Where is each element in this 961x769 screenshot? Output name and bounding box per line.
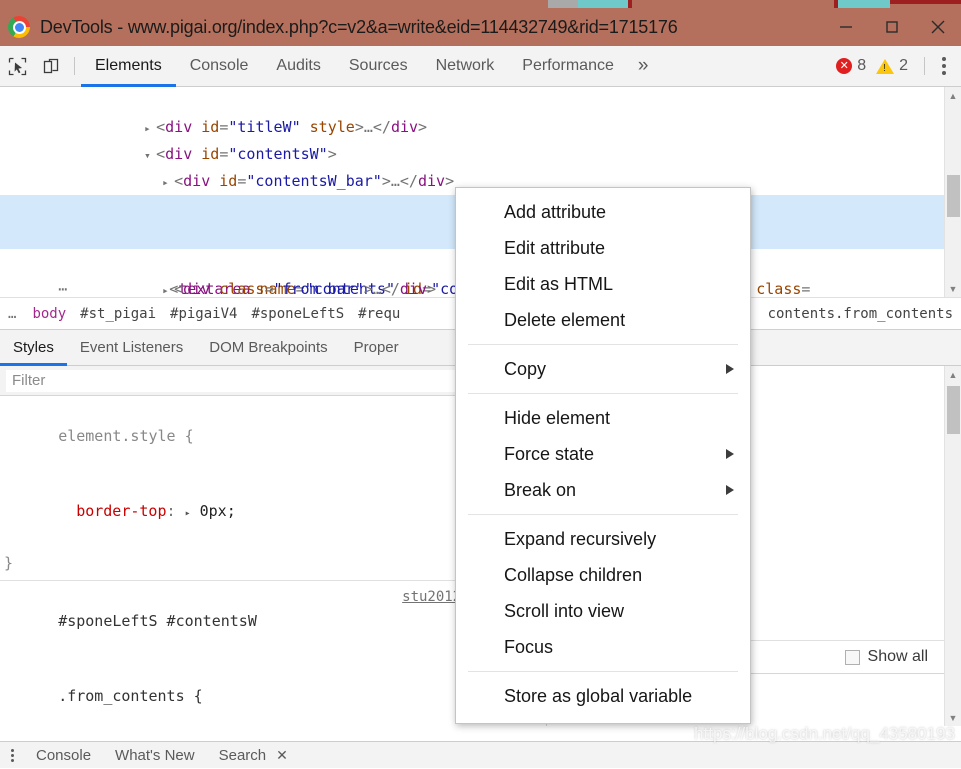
breadcrumb-item-requ[interactable]: #requ [351,306,407,322]
context-menu-item-expand-recursively[interactable]: Expand recursively [456,521,750,557]
window-title-bar: DevTools - www.pigai.org/index.php?c=v2&… [0,8,961,46]
chrome-logo-icon [8,16,30,38]
dom-scroll-thumb[interactable] [947,175,960,217]
rule-close-brace: } [4,554,13,572]
submenu-arrow-icon [726,485,734,495]
inspect-cursor-icon[interactable] [0,46,34,87]
dom-line-contentsW-open[interactable]: ▾<div id="contentsW"> [0,114,961,141]
tab-styles[interactable]: Styles [0,330,67,366]
submenu-arrow-icon [726,449,734,459]
computed-pane-scrollbar[interactable]: ▲ ▼ [944,366,961,726]
accent-seg-teal [838,0,890,8]
toolbar-right-group: ✕ 8 2 [836,46,961,87]
dom-context-menu[interactable]: Add attribute Edit attribute Edit as HTM… [455,187,751,724]
drawer-close-icon[interactable]: ✕ [270,747,294,764]
scroll-down-arrow-icon[interactable]: ▼ [945,280,961,297]
tab-sources[interactable]: Sources [335,46,422,87]
context-menu-item-break-on-label: Break on [504,480,576,501]
tab-network[interactable]: Network [422,46,509,87]
breadcrumb-item-sponelefts[interactable]: #sponeLeftS [244,306,351,322]
toolbar-divider [74,57,75,75]
context-menu-item-scroll-into-view[interactable]: Scroll into view [456,593,750,629]
context-menu-item-edit-as-html[interactable]: Edit as HTML [456,266,750,302]
scroll-up-arrow-icon[interactable]: ▲ [945,87,961,104]
context-menu-separator [468,514,738,515]
tab-console[interactable]: Console [176,46,263,87]
error-count-badge[interactable]: ✕ 8 [836,57,866,75]
context-menu-item-force-state[interactable]: Force state [456,436,750,472]
drawer-kebab-menu-icon[interactable] [0,742,24,769]
more-tabs-chevron-icon[interactable]: » [628,46,659,87]
dom-tree-scrollbar[interactable]: ▲ ▼ [944,87,961,297]
drawer-status-bar: Console What's New Search ✕ [0,741,961,768]
warning-count-badge[interactable]: 2 [876,57,908,75]
context-menu-item-store-as-global-variable[interactable]: Store as global variable [456,678,750,714]
tab-properties[interactable]: Proper [341,330,412,366]
context-menu-item-copy[interactable]: Copy [456,351,750,387]
tab-event-listeners[interactable]: Event Listeners [67,330,196,366]
context-menu-item-focus[interactable]: Focus [456,629,750,665]
toolbar-divider-2 [924,57,925,75]
context-menu-item-delete-element[interactable]: Delete element [456,302,750,338]
tab-dom-breakpoints[interactable]: DOM Breakpoints [196,330,340,366]
show-all-checkbox[interactable] [845,650,860,665]
accent-seg-gray [548,0,578,8]
context-menu-item-collapse-children[interactable]: Collapse children [456,557,750,593]
error-icon: ✕ [836,58,852,74]
close-button[interactable] [915,8,961,46]
drawer-tab-whats-new[interactable]: What's New [103,747,207,764]
device-toolbar-icon[interactable] [34,46,68,87]
devtools-toolbar: Elements Console Audits Sources Network … [0,46,961,87]
context-menu-item-edit-attribute[interactable]: Edit attribute [456,230,750,266]
show-all-label: Show all [868,648,928,666]
context-menu-separator [468,393,738,394]
error-count-label: 8 [857,57,866,75]
breadcrumb-item-body[interactable]: body [25,306,73,322]
context-menu-item-break-on[interactable]: Break on [456,472,750,508]
property-value[interactable]: 0px; [200,502,236,520]
rule-selector[interactable]: #sponeLeftS #contentsW [58,612,257,630]
breadcrumb-item-pigaiv4[interactable]: #pigaiV4 [163,306,244,322]
submenu-arrow-icon [726,364,734,374]
dom-line-titleW[interactable]: ▸<div id="titleW" style>…</div> [0,87,961,114]
tab-performance[interactable]: Performance [508,46,628,87]
scroll-up-arrow-icon[interactable]: ▲ [945,366,961,383]
accent-seg-brown-2 [632,0,834,8]
warning-icon [876,59,894,74]
maximize-button[interactable] [869,8,915,46]
computed-scroll-thumb[interactable] [947,386,960,434]
context-menu-item-hide-element[interactable]: Hide element [456,400,750,436]
scroll-down-arrow-icon[interactable]: ▼ [945,709,961,726]
tab-elements[interactable]: Elements [81,46,176,87]
expand-arrow-icon[interactable]: ▸ [185,501,191,526]
warning-count-label: 2 [899,57,908,75]
context-menu-item-force-state-label: Force state [504,444,594,465]
breadcrumb-overflow[interactable]: … [0,306,25,322]
drawer-tab-search[interactable]: Search [207,747,271,764]
rule-selector[interactable]: element.style { [58,427,193,445]
dom-line-contentsW-bar[interactable]: ▸<div id="contentsW_bar">…</div> [0,141,961,168]
tab-audits[interactable]: Audits [262,46,334,87]
breadcrumb-item-contents[interactable]: contents.from_contents [761,306,961,322]
context-menu-separator [468,671,738,672]
property-name[interactable]: border-top [76,502,166,520]
filter-input[interactable] [6,370,464,392]
context-menu-item-copy-label: Copy [504,359,546,380]
context-menu-item-add-attribute[interactable]: Add attribute [456,194,750,230]
window-title: DevTools - www.pigai.org/index.php?c=v2&… [40,17,823,38]
context-menu-separator [468,344,738,345]
drawer-tab-console[interactable]: Console [24,747,103,764]
minimize-button[interactable] [823,8,869,46]
rule-selector-line2[interactable]: .from_contents { [58,687,203,705]
accent-seg-brown-1 [0,0,548,8]
kebab-menu-icon[interactable] [931,46,957,87]
breadcrumb-item-st-pigai[interactable]: #st_pigai [73,306,163,322]
top-accent-strip [0,0,961,8]
